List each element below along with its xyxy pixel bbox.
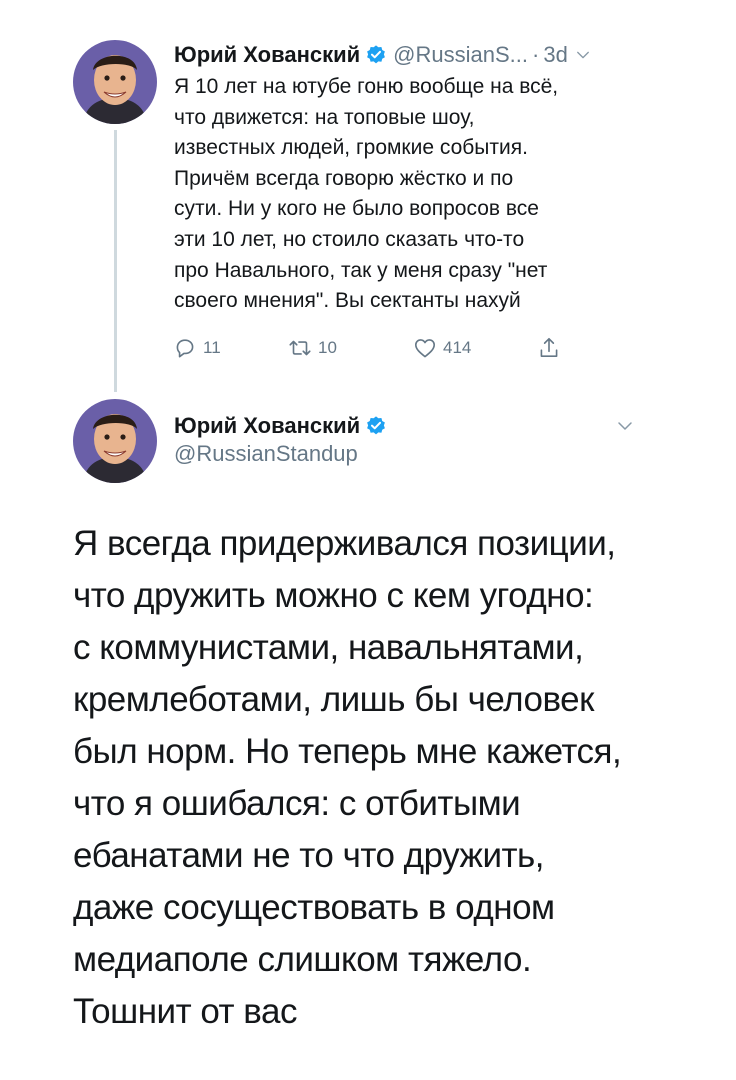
- avatar-image: [73, 399, 157, 483]
- timestamp[interactable]: 3d: [543, 42, 567, 68]
- avatar-image: [73, 40, 157, 124]
- share-button[interactable]: [536, 334, 567, 362]
- avatar[interactable]: [73, 399, 157, 483]
- reply-button[interactable]: 11: [172, 334, 221, 362]
- like-button[interactable]: 414: [412, 334, 471, 362]
- reply-count: 11: [203, 338, 221, 357]
- retweet-icon: [289, 340, 311, 356]
- heart-icon: [414, 339, 436, 358]
- separator-dot: ·: [532, 42, 540, 67]
- author-handle[interactable]: @RussianStandup: [174, 441, 358, 467]
- avatar[interactable]: [73, 40, 157, 124]
- tweet-1-actions: 11 10 414: [172, 334, 572, 364]
- tweet-2-header: Юрий Хованский: [174, 411, 387, 441]
- author-handle[interactable]: @RussianS...: [393, 42, 528, 68]
- retweet-count: 10: [318, 338, 337, 357]
- tweet-2-text: Я всегда придерживался позиции, что друж…: [73, 524, 622, 1031]
- chevron-down-icon[interactable]: [617, 418, 633, 434]
- tweet-1-header: Юрий Хованский @RussianS... · 3d: [174, 40, 644, 70]
- author-name[interactable]: Юрий Хованский: [174, 42, 360, 68]
- tweet-1-text: Я 10 лет на ютубе гоню вообще на всё, чт…: [174, 75, 559, 313]
- chevron-down-icon[interactable]: [576, 48, 590, 62]
- reply-icon: [176, 339, 194, 358]
- like-count: 414: [443, 338, 472, 357]
- retweet-button[interactable]: 10: [287, 334, 337, 362]
- verified-badge-icon: [365, 44, 387, 66]
- author-name[interactable]: Юрий Хованский: [174, 413, 360, 439]
- thread-connector-line: [114, 130, 117, 392]
- verified-badge-icon: [365, 415, 387, 437]
- share-icon: [540, 337, 558, 357]
